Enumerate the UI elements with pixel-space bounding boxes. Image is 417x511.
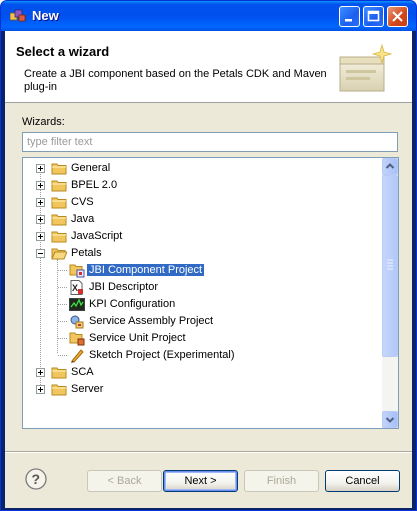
tree-item-general[interactable]: General: [23, 160, 381, 177]
tree-item-jbi-descriptor[interactable]: X JBI Descriptor: [23, 279, 381, 296]
tree-item-service-unit-project[interactable]: Service Unit Project: [23, 330, 381, 347]
expand-icon[interactable]: [36, 385, 45, 394]
tree-connector: [58, 355, 67, 356]
minimize-button[interactable]: [339, 6, 360, 27]
scroll-thumb[interactable]: [382, 175, 398, 357]
service-unit-icon: [69, 331, 85, 346]
scroll-down-button[interactable]: [382, 411, 398, 428]
folder-icon: [51, 229, 67, 244]
wizard-page-description: Create a JBI component based on the Peta…: [24, 68, 327, 93]
wizard-banner-icon: [338, 43, 394, 100]
finish-button[interactable]: Finish: [244, 470, 319, 492]
help-icon[interactable]: ?: [25, 468, 47, 493]
folder-icon: [51, 178, 67, 193]
svg-text:X: X: [72, 283, 78, 293]
wizards-label: Wizards:: [22, 116, 65, 128]
expand-icon[interactable]: [36, 198, 45, 207]
folder-icon: [51, 195, 67, 210]
cancel-button[interactable]: Cancel: [325, 470, 400, 492]
back-button[interactable]: < Back: [87, 470, 162, 492]
title-bar[interactable]: New: [1, 1, 416, 31]
tree-item-server[interactable]: Server: [23, 381, 381, 398]
grip-icon: [387, 259, 393, 270]
expand-icon[interactable]: [36, 232, 45, 241]
tree-item-bpel[interactable]: BPEL 2.0: [23, 177, 381, 194]
tree-item-java[interactable]: Java: [23, 211, 381, 228]
close-button[interactable]: [387, 6, 408, 27]
button-bar-separator: [5, 451, 412, 453]
eclipse-app-icon: [9, 9, 26, 23]
jbi-descriptor-icon: X: [69, 280, 85, 295]
folder-icon: [51, 382, 67, 397]
new-wizard-window: New Select a wizard Create a JBI compone…: [0, 0, 417, 511]
open-folder-icon: [51, 246, 68, 261]
sketch-icon: [69, 348, 85, 363]
tree-item-javascript[interactable]: JavaScript: [23, 228, 381, 245]
tree-item-sketch-project[interactable]: Sketch Project (Experimental): [23, 347, 381, 364]
tree-connector: [58, 338, 67, 339]
wizard-tree[interactable]: General BPEL 2.0 CVS Java JavaScript Pet…: [22, 157, 399, 429]
tree-item-sca[interactable]: SCA: [23, 364, 381, 381]
scroll-up-button[interactable]: [382, 158, 398, 175]
tree-item-cvs[interactable]: CVS: [23, 194, 381, 211]
tree-item-kpi-configuration[interactable]: KPI Configuration: [23, 296, 381, 313]
expand-icon[interactable]: [36, 181, 45, 190]
tree-connector: [58, 304, 67, 305]
svg-text:?: ?: [32, 471, 41, 487]
maximize-button[interactable]: [363, 6, 384, 27]
chevron-up-icon: [385, 163, 395, 169]
dialog-client-area: Select a wizard Create a JBI component b…: [5, 31, 412, 508]
tree-connector: [58, 287, 67, 288]
collapse-icon[interactable]: [36, 249, 45, 258]
tree-item-petals[interactable]: Petals: [23, 245, 381, 262]
expand-icon[interactable]: [36, 164, 45, 173]
wizard-header: Select a wizard Create a JBI component b…: [5, 31, 412, 103]
service-assembly-icon: [69, 314, 85, 329]
tree-item-service-assembly-project[interactable]: Service Assembly Project: [23, 313, 381, 330]
tree-item-jbi-component-project[interactable]: JBI Component Project: [23, 262, 381, 279]
folder-icon: [51, 212, 67, 227]
window-title: New: [32, 8, 59, 23]
tree-rows: General BPEL 2.0 CVS Java JavaScript Pet…: [23, 160, 381, 398]
wizard-page-title: Select a wizard: [16, 44, 110, 59]
chevron-down-icon: [385, 417, 395, 423]
folder-icon: [51, 161, 67, 176]
jbi-component-icon: [69, 263, 85, 278]
expand-icon[interactable]: [36, 215, 45, 224]
kpi-icon: [69, 297, 85, 312]
vertical-scrollbar[interactable]: [382, 158, 398, 428]
tree-connector: [58, 321, 67, 322]
next-button[interactable]: Next >: [163, 470, 238, 492]
tree-connector: [58, 270, 67, 271]
filter-input[interactable]: [22, 132, 398, 152]
folder-icon: [51, 365, 67, 380]
expand-icon[interactable]: [36, 368, 45, 377]
